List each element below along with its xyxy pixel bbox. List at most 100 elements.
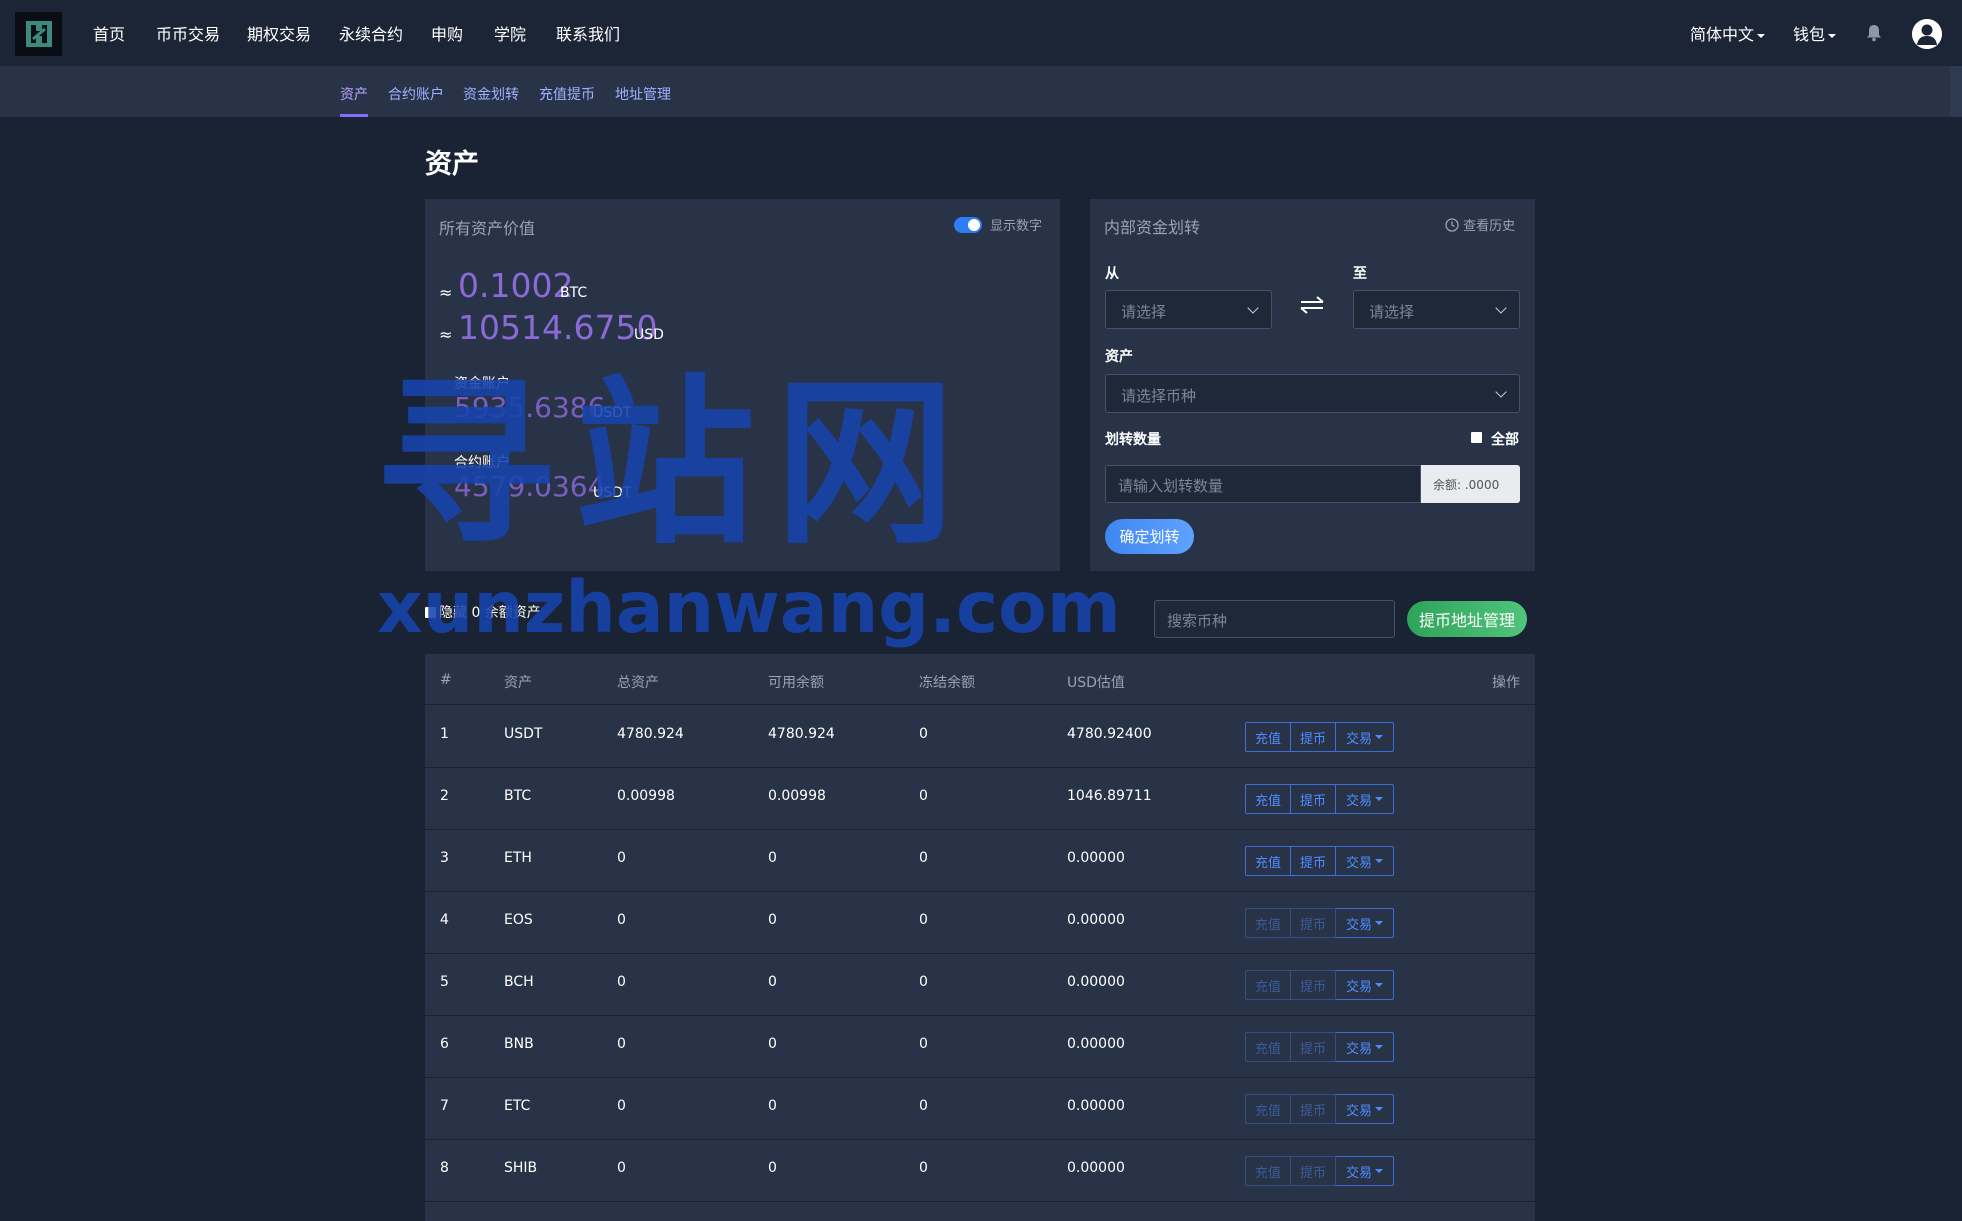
- all-label: 全部: [1491, 432, 1519, 448]
- cell-available: 4780.924: [768, 726, 835, 742]
- table-row: 8 SHIB 0 0 0 0.00000 充值 提币 交易: [425, 1140, 1535, 1202]
- to-placeholder: 请选择: [1369, 303, 1415, 321]
- language-selector[interactable]: 简体中文: [1690, 21, 1766, 45]
- nav-contact-us[interactable]: 联系我们: [556, 21, 620, 45]
- chevron-down-icon: [1375, 1045, 1383, 1049]
- deposit-button[interactable]: 充值: [1245, 846, 1291, 876]
- amount-input[interactable]: 请输入划转数量: [1105, 465, 1421, 503]
- column-header: USD估值: [1067, 675, 1125, 691]
- wallet-label: 钱包: [1793, 25, 1826, 44]
- swap-icon[interactable]: [1297, 295, 1327, 315]
- cell-asset: SHIB: [504, 1160, 538, 1176]
- row-actions: 充值 提币 交易: [1245, 722, 1394, 752]
- subnav-deposit-withdraw[interactable]: 充值提币: [539, 84, 595, 104]
- user-avatar[interactable]: [1912, 19, 1942, 49]
- nav-spot-trading[interactable]: 币币交易: [156, 21, 220, 45]
- column-header: 资产: [504, 675, 532, 691]
- toggle-label: 显示数字: [990, 219, 1043, 234]
- cell-asset: BTC: [504, 788, 532, 804]
- table-row: 4 EOS 0 0 0 0.00000 充值 提币 交易: [425, 892, 1535, 954]
- card-title: 所有资产价值: [439, 219, 536, 238]
- subnav-assets[interactable]: 资产: [340, 84, 368, 104]
- withdraw-button[interactable]: 提币: [1291, 970, 1336, 1000]
- from-label: 从: [1105, 266, 1119, 282]
- trade-dropdown-button[interactable]: 交易: [1336, 722, 1394, 752]
- contract-account-label: 合约账户: [454, 455, 510, 471]
- deposit-button[interactable]: 充值: [1245, 1032, 1291, 1062]
- bell-icon[interactable]: [1866, 24, 1882, 42]
- trade-dropdown-button[interactable]: 交易: [1336, 1032, 1394, 1062]
- cell-total: 0: [617, 912, 626, 928]
- fund-account-label: 资金账户: [454, 376, 510, 392]
- subnav-address-management[interactable]: 地址管理: [615, 84, 671, 104]
- nav-perpetual-contract[interactable]: 永续合约: [339, 21, 403, 45]
- trade-dropdown-button[interactable]: 交易: [1336, 970, 1394, 1000]
- to-select[interactable]: 请选择: [1353, 290, 1520, 329]
- language-label: 简体中文: [1690, 25, 1755, 44]
- subnav-fund-transfer[interactable]: 资金划转: [463, 84, 519, 104]
- cell-asset: ETC: [504, 1098, 531, 1114]
- withdraw-button[interactable]: 提币: [1291, 908, 1336, 938]
- cell-usd-value: 0.00000: [1067, 974, 1125, 990]
- trade-dropdown-button[interactable]: 交易: [1336, 1156, 1394, 1186]
- column-header: 总资产: [617, 675, 659, 691]
- cell-available: 0.00998: [768, 788, 826, 804]
- cell-number: 8: [440, 1160, 449, 1176]
- show-numbers-toggle[interactable]: [954, 217, 982, 233]
- asset-select[interactable]: 请选择币种: [1105, 374, 1520, 413]
- scrollbar[interactable]: [1950, 66, 1962, 117]
- hide-zero-toggle[interactable]: 隐藏 0 余额资产: [425, 602, 541, 622]
- deposit-button[interactable]: 充值: [1245, 1156, 1291, 1186]
- cell-total: 0: [617, 1160, 626, 1176]
- from-select[interactable]: 请选择: [1105, 290, 1272, 329]
- chevron-down-icon: [1495, 302, 1507, 314]
- hide-zero-label: 隐藏 0 余额资产: [439, 605, 541, 621]
- nav-home[interactable]: 首页: [93, 21, 125, 45]
- withdraw-button[interactable]: 提币: [1291, 722, 1336, 752]
- deposit-button[interactable]: 充值: [1245, 784, 1291, 814]
- contract-account-value: 4579.0364: [454, 470, 606, 503]
- hide-zero-checkbox[interactable]: [425, 607, 436, 618]
- fund-account-value: 5935.6386: [454, 391, 606, 424]
- deposit-button[interactable]: 充值: [1245, 908, 1291, 938]
- cell-asset: BNB: [504, 1036, 534, 1052]
- chevron-down-icon: [1375, 859, 1383, 863]
- active-tab-indicator: [340, 114, 368, 117]
- withdraw-button[interactable]: 提币: [1291, 784, 1336, 814]
- all-checkbox[interactable]: [1471, 432, 1482, 443]
- withdraw-button[interactable]: 提币: [1291, 846, 1336, 876]
- search-coin-input[interactable]: 搜索币种: [1154, 600, 1395, 638]
- history-label: 查看历史: [1463, 219, 1516, 234]
- cell-frozen: 0: [919, 1160, 928, 1176]
- trade-dropdown-button[interactable]: 交易: [1336, 784, 1394, 814]
- cell-total: 0: [617, 850, 626, 866]
- chevron-down-icon: [1375, 1169, 1383, 1173]
- nav-options-trading[interactable]: 期权交易: [247, 21, 311, 45]
- trade-dropdown-button[interactable]: 交易: [1336, 846, 1394, 876]
- deposit-button[interactable]: 充值: [1245, 722, 1291, 752]
- deposit-button[interactable]: 充值: [1245, 970, 1291, 1000]
- usd-total-value: 10514.6750: [458, 308, 658, 347]
- search-placeholder: 搜索币种: [1167, 612, 1228, 630]
- trade-dropdown-button[interactable]: 交易: [1336, 908, 1394, 938]
- row-actions: 充值 提币 交易: [1245, 846, 1394, 876]
- nav-academy[interactable]: 学院: [494, 21, 526, 45]
- cell-total: 0: [617, 1098, 626, 1114]
- withdraw-button[interactable]: 提币: [1291, 1032, 1336, 1062]
- trade-dropdown-button[interactable]: 交易: [1336, 1094, 1394, 1124]
- withdraw-address-button[interactable]: 提币地址管理: [1407, 601, 1527, 637]
- cell-usd-value: 0.00000: [1067, 1036, 1125, 1052]
- view-history-link[interactable]: 查看历史: [1445, 215, 1515, 234]
- nav-subscription[interactable]: 申购: [431, 21, 463, 45]
- cell-frozen: 0: [919, 1036, 928, 1052]
- column-header: #: [440, 672, 452, 688]
- withdraw-button[interactable]: 提币: [1291, 1094, 1336, 1124]
- from-placeholder: 请选择: [1121, 303, 1167, 321]
- subnav-contract-account[interactable]: 合约账户: [388, 84, 444, 104]
- wallet-menu[interactable]: 钱包: [1793, 21, 1837, 45]
- deposit-button[interactable]: 充值: [1245, 1094, 1291, 1124]
- withdraw-button[interactable]: 提币: [1291, 1156, 1336, 1186]
- confirm-transfer-button[interactable]: 确定划转: [1105, 519, 1194, 554]
- brand-logo[interactable]: [15, 12, 62, 56]
- cell-frozen: 0: [919, 850, 928, 866]
